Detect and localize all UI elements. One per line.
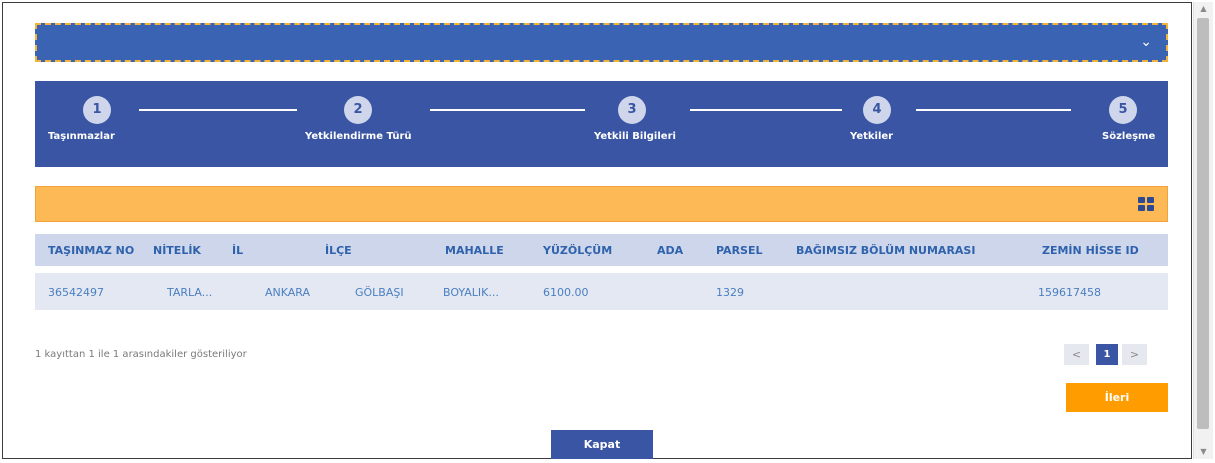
previous-page-button[interactable]: < [1064, 344, 1089, 365]
column-header[interactable]: ZEMİN HİSSE ID [1042, 244, 1139, 257]
cell-parsel: 1329 [716, 286, 744, 299]
column-header[interactable]: İL [232, 244, 243, 257]
cell-mahalle: BOYALIK... [443, 286, 499, 299]
chevron-down-icon[interactable]: ⌄ [1140, 34, 1152, 50]
step-5-label: Sözleşme [1102, 131, 1156, 142]
column-header[interactable]: ADA [657, 244, 683, 257]
step-2-label: Yetkilendirme Türü [305, 131, 412, 142]
collapsible-panel-header[interactable]: ⌄ [35, 23, 1168, 62]
next-page-button[interactable]: > [1122, 344, 1147, 365]
next-step-button[interactable]: İleri [1066, 383, 1168, 412]
step-3-label: Yetkili Bilgileri [594, 131, 676, 142]
grid-view-icon[interactable] [1138, 197, 1154, 212]
column-header[interactable]: İLÇE [325, 244, 352, 257]
scroll-up-icon[interactable]: ▲ [1194, 2, 1213, 16]
cell-nitelik: TARLA... [167, 286, 213, 299]
cell-zemin-hisse-id: 159617458 [1038, 286, 1101, 299]
step-connector [430, 109, 585, 111]
table-toolbar [35, 186, 1168, 222]
column-header[interactable]: NİTELİK [153, 244, 201, 257]
step-4-indicator[interactable]: 4 [863, 96, 891, 124]
column-header[interactable]: TAŞINMAZ NO [48, 244, 134, 257]
pagination-info: 1 kayıttan 1 ile 1 arasındakiler gösteri… [35, 349, 247, 360]
step-1-indicator[interactable]: 1 [83, 96, 111, 124]
cell-tasinmaz-no: 36542497 [48, 286, 104, 299]
wizard-stepper: 1 2 3 4 5 Taşınmazlar Yetkilendirme Türü… [35, 81, 1168, 167]
column-header[interactable]: BAĞIMSIZ BÖLÜM NUMARASI [796, 244, 975, 257]
modal-frame: ⌄ 1 2 3 4 5 Taşınmazlar Yetkilendirme Tü… [2, 2, 1192, 459]
step-connector [690, 109, 842, 111]
column-header[interactable]: MAHALLE [445, 244, 504, 257]
step-4-label: Yetkiler [850, 131, 894, 142]
scrollbar-thumb[interactable] [1197, 18, 1209, 429]
step-connector [139, 109, 297, 111]
vertical-scrollbar[interactable]: ▲ ▼ [1193, 2, 1213, 459]
table-header: TAŞINMAZ NO NİTELİK İL İLÇE MAHALLE YÜZÖ… [35, 234, 1168, 266]
step-connector [916, 109, 1071, 111]
scroll-down-icon[interactable]: ▼ [1194, 445, 1213, 459]
column-header[interactable]: YÜZÖLÇÜM [543, 244, 612, 257]
cell-ilce: GÖLBAŞI [355, 286, 404, 299]
column-header[interactable]: PARSEL [716, 244, 762, 257]
step-1-label: Taşınmazlar [48, 131, 115, 142]
table-row[interactable]: 36542497 TARLA... ANKARA GÖLBAŞI BOYALIK… [35, 273, 1168, 310]
step-3-indicator[interactable]: 3 [618, 96, 646, 124]
cell-yuzolcum: 6100.00 [543, 286, 589, 299]
cell-il: ANKARA [265, 286, 311, 299]
step-5-indicator[interactable]: 5 [1109, 96, 1137, 124]
page-1-button[interactable]: 1 [1096, 344, 1118, 365]
close-button[interactable]: Kapat [551, 430, 653, 459]
step-2-indicator[interactable]: 2 [344, 96, 372, 124]
